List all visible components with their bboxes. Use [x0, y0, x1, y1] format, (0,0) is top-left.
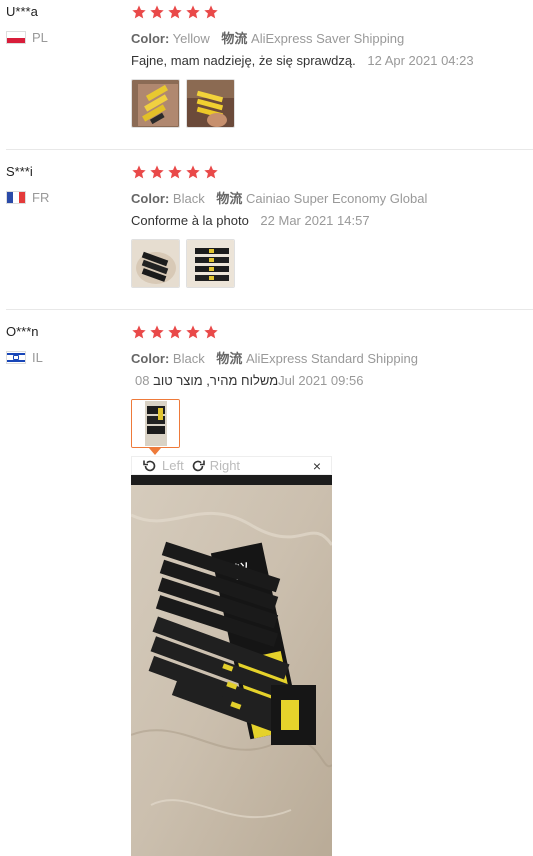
star-icon [150, 5, 164, 19]
shipping-label: 物流 [216, 191, 243, 206]
country-code: PL [32, 30, 48, 45]
reviewer-name: O***n [6, 324, 39, 339]
shipping-value: AliExpress Saver Shipping [251, 31, 405, 46]
review-date-day: 08 [135, 373, 150, 388]
review-photo-thumbnail[interactable] [186, 79, 235, 128]
reviewer-country: FR [6, 190, 49, 205]
review-photo-thumbnail[interactable] [131, 399, 180, 448]
star-icon [204, 325, 218, 339]
rotate-right-button[interactable]: Right [190, 458, 240, 474]
color-value: Yellow [172, 31, 210, 46]
reviewer-country: IL [6, 350, 43, 365]
country-code: FR [32, 190, 50, 205]
poland-flag-icon [6, 31, 26, 44]
star-icon [132, 165, 146, 179]
star-icon [132, 5, 146, 19]
star-icon [204, 5, 218, 19]
review-photos [131, 399, 180, 448]
color-value: Black [172, 351, 205, 366]
review-photo-thumbnail[interactable] [131, 79, 180, 128]
star-icon [168, 165, 182, 179]
shipping-label: 物流 [221, 31, 248, 46]
review-date: 22 Mar 2021 14:57 [260, 213, 370, 228]
review-date: Jul 2021 09:56 [278, 373, 364, 388]
photo-viewer-toolbar: Left Right × [131, 456, 332, 475]
order-info: Color: Yellow 物流 AliExpress Saver Shippi… [131, 28, 404, 47]
france-flag-icon [6, 191, 26, 204]
rating-stars [131, 4, 219, 20]
star-icon [150, 165, 164, 179]
rotate-left-icon [143, 460, 156, 471]
israel-flag-icon [6, 351, 26, 364]
star-icon [186, 325, 200, 339]
rotate-right-label: Right [209, 458, 241, 473]
review-photos [131, 79, 235, 128]
selected-photo-pointer [149, 448, 161, 455]
review-photos [131, 239, 235, 288]
review-photo-thumbnail[interactable] [186, 239, 235, 288]
expanded-review-photo[interactable]: 仪 [131, 475, 332, 856]
review-text-line: Fajne, mam nadzieję, że się sprawdzą. 12… [131, 53, 474, 68]
review-text: Conforme à la photo [131, 213, 249, 228]
reviewer-name: U***a [6, 4, 38, 19]
rating-stars [131, 324, 219, 340]
review-divider [6, 149, 533, 150]
review-text-line: 08 משלוח מהיר, מוצר טובJul 2021 09:56 [135, 373, 363, 388]
color-label: Color: [131, 31, 170, 46]
star-icon [186, 165, 200, 179]
rotate-left-button[interactable]: Left [142, 458, 184, 474]
color-label: Color: [131, 351, 170, 366]
star-icon [168, 325, 182, 339]
review-text: משלוח מהיר, מוצר טוב [153, 373, 279, 388]
review-text-line: Conforme à la photo 22 Mar 2021 14:57 [131, 213, 370, 228]
order-info: Color: Black 物流 AliExpress Standard Ship… [131, 348, 418, 367]
star-icon [150, 325, 164, 339]
review-photo-thumbnail[interactable] [131, 239, 180, 288]
color-label: Color: [131, 191, 170, 206]
star-icon [186, 5, 200, 19]
reviewer-country: PL [6, 30, 48, 45]
review-date: 12 Apr 2021 04:23 [367, 53, 474, 68]
star-icon [204, 165, 218, 179]
shipping-value: Cainiao Super Economy Global [245, 191, 428, 206]
review-text: Fajne, mam nadzieję, że się sprawdzą. [131, 53, 356, 68]
star-icon [132, 325, 146, 339]
rotate-left-label: Left [162, 458, 184, 473]
star-icon [168, 5, 182, 19]
color-value: Black [172, 191, 205, 206]
shipping-value: AliExpress Standard Shipping [245, 351, 418, 366]
rating-stars [131, 164, 219, 180]
close-viewer-button[interactable]: × [313, 458, 321, 474]
order-info: Color: Black 物流 Cainiao Super Economy Gl… [131, 188, 427, 207]
rotate-right-icon [192, 460, 205, 471]
shipping-label: 物流 [216, 351, 243, 366]
reviewer-name: S***i [6, 164, 33, 179]
country-code: IL [32, 350, 43, 365]
review-divider [6, 309, 533, 310]
